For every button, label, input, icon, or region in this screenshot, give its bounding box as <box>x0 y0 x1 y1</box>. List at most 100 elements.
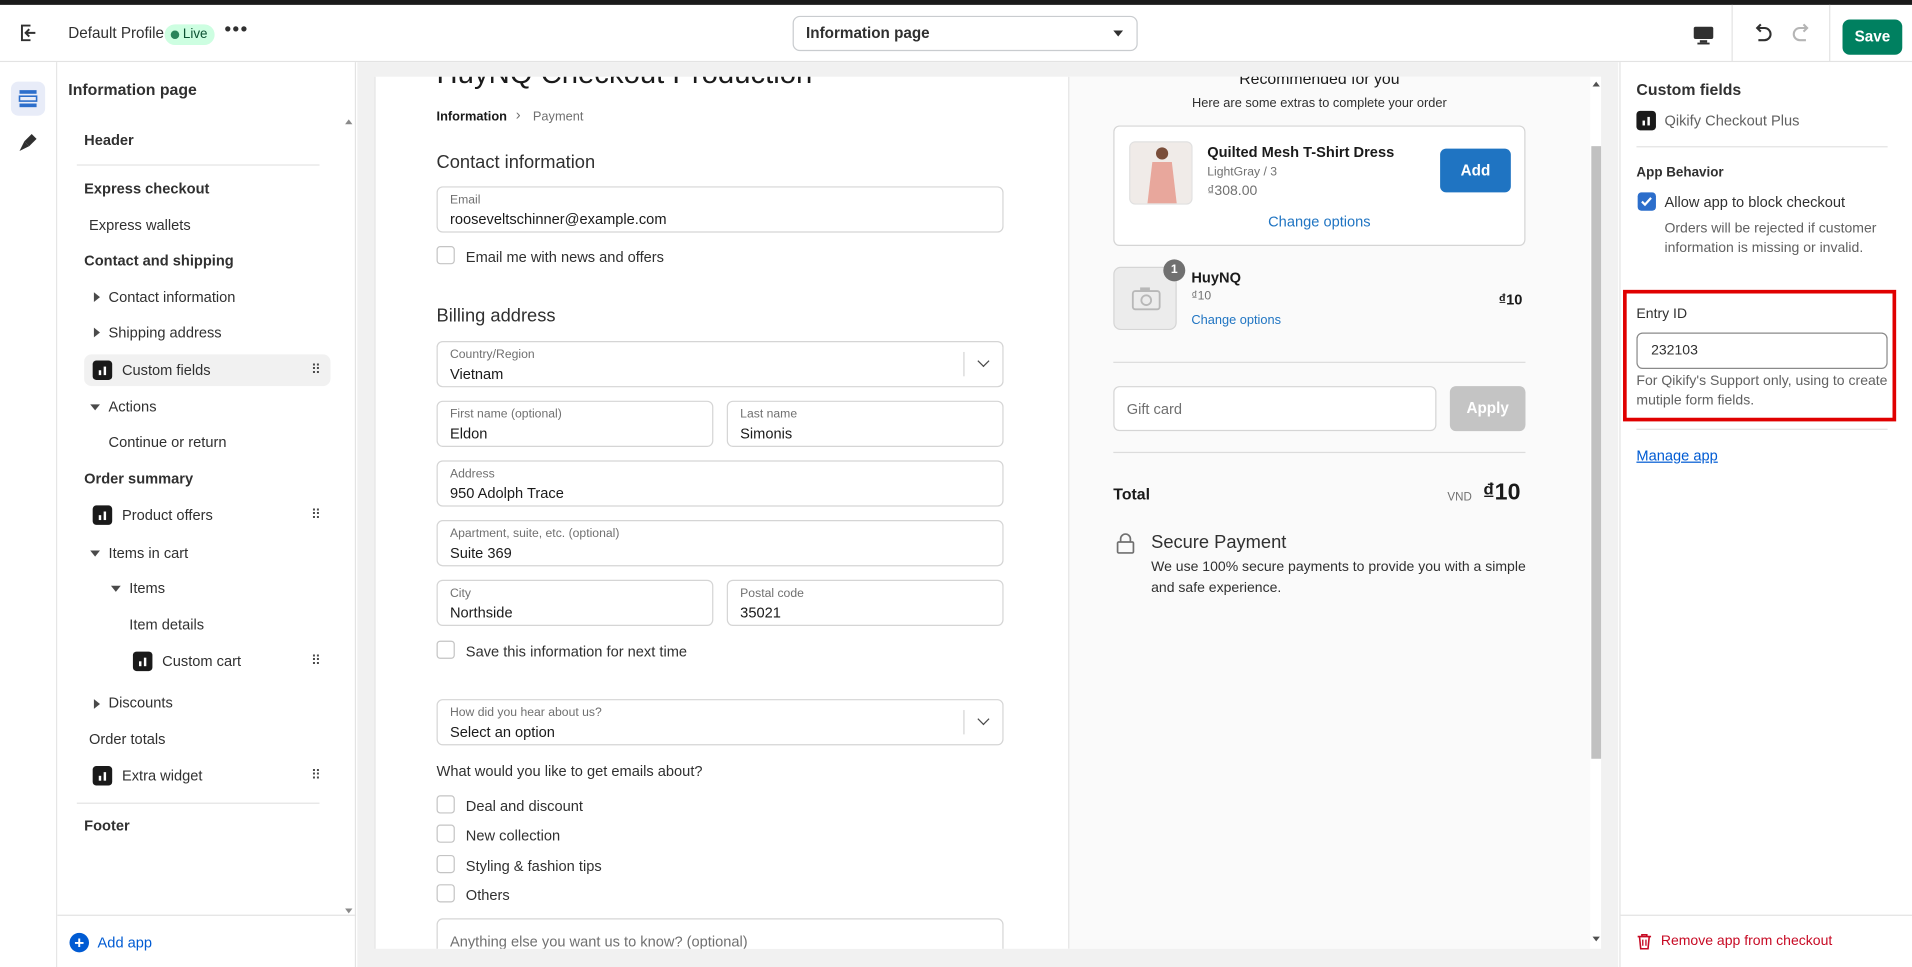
scroll-down-arrow-icon[interactable] <box>345 908 353 914</box>
section-contact-shipping[interactable]: Contact and shipping <box>84 252 234 269</box>
remove-app-button[interactable]: Remove app from checkout <box>1661 934 1832 949</box>
undo-icon[interactable] <box>1751 22 1775 54</box>
add-button[interactable]: Add <box>1440 148 1511 193</box>
secure-payment-title: Secure Payment <box>1151 532 1287 553</box>
section-express-checkout[interactable]: Express checkout <box>84 180 209 197</box>
block-custom-cart[interactable]: Custom cart <box>162 653 241 670</box>
block-express-wallets[interactable]: Express wallets <box>89 217 191 234</box>
manage-app-link[interactable]: Manage app <box>1636 447 1717 464</box>
topic-checkbox[interactable] <box>436 884 455 903</box>
topic-checkbox[interactable] <box>436 824 455 843</box>
qikify-app-icon <box>92 766 113 786</box>
product-variant: LightGray / 3 <box>1207 165 1278 180</box>
email-news-label: Email me with news and offers <box>465 248 664 266</box>
app-name: Qikify Checkout Plus <box>1664 112 1800 130</box>
preview-scrollbar[interactable] <box>1590 76 1602 949</box>
hear-about-select[interactable]: How did you hear about us? Select an opt… <box>436 699 1004 746</box>
apartment-field[interactable]: Apartment, suite, etc. (optional) Suite … <box>436 520 1004 567</box>
block-discounts[interactable]: Discounts <box>109 694 173 711</box>
app-behavior-heading: App Behavior <box>1636 165 1724 181</box>
drag-handle-icon[interactable]: ⠿ <box>311 362 321 378</box>
change-options-link[interactable]: Change options <box>1115 213 1525 230</box>
allow-block-checkbox[interactable] <box>1637 192 1656 211</box>
expand-arrow-icon[interactable] <box>93 699 100 709</box>
breadcrumb-information[interactable]: Information <box>437 110 507 125</box>
country-select[interactable]: Country/Region Vietnam <box>436 341 1004 388</box>
secure-payment-text: We use 100% secure payments to provide y… <box>1151 560 1526 575</box>
apartment-value: Suite 369 <box>449 544 512 562</box>
expand-arrow-icon[interactable] <box>93 292 100 303</box>
breadcrumb-payment[interactable]: Payment <box>533 110 584 125</box>
desktop-preview-icon[interactable] <box>1693 26 1715 45</box>
chevron-down-icon <box>977 355 990 368</box>
sections-icon[interactable] <box>10 81 46 116</box>
theme-profile-name[interactable]: Default Profile <box>68 24 164 41</box>
section-header[interactable]: Header <box>84 132 134 149</box>
city-label: City <box>449 587 471 601</box>
cart-item-change-options[interactable]: Change options <box>1191 313 1281 328</box>
section-order-summary[interactable]: Order summary <box>84 470 193 487</box>
exit-icon[interactable] <box>17 22 39 44</box>
scroll-up-arrow-icon[interactable] <box>345 119 353 125</box>
block-product-offers[interactable]: Product offers <box>122 507 213 524</box>
drag-handle-icon[interactable]: ⠿ <box>311 767 321 783</box>
recommended-card: Quilted Mesh T-Shirt Dress LightGray / 3… <box>1113 125 1526 247</box>
email-news-checkbox[interactable] <box>436 246 455 265</box>
last-name-field[interactable]: Last name Simonis <box>726 400 1004 447</box>
entry-id-input[interactable]: 232103 <box>1636 332 1888 370</box>
secure-payment-text-2: and safe experience. <box>1151 580 1282 596</box>
add-circle-icon[interactable]: + <box>69 932 90 953</box>
block-contact-information[interactable]: Contact information <box>109 289 236 306</box>
more-actions-icon[interactable]: ••• <box>224 20 248 39</box>
apply-button[interactable]: Apply <box>1449 386 1526 432</box>
hear-about-value: Select an option <box>449 723 555 741</box>
save-info-checkbox[interactable] <box>436 640 455 659</box>
collapse-arrow-icon[interactable] <box>90 404 100 411</box>
redo-icon[interactable] <box>1789 22 1813 54</box>
block-items[interactable]: Items <box>129 580 165 597</box>
theme-editor: Default Profile Live ••• Information pag… <box>0 0 1912 967</box>
block-actions[interactable]: Actions <box>109 398 157 415</box>
page-selector[interactable]: Information page <box>792 15 1138 52</box>
currency-code: VND <box>1447 490 1472 505</box>
panel-title: Information page <box>68 80 197 99</box>
block-extra-widget[interactable]: Extra widget <box>122 767 203 784</box>
scroll-up-arrow-icon[interactable] <box>1592 81 1600 87</box>
section-footer[interactable]: Footer <box>84 817 130 834</box>
block-shipping-address[interactable]: Shipping address <box>109 324 222 341</box>
block-continue-or-return[interactable]: Continue or return <box>109 434 227 451</box>
allow-block-help-2: information is missing or invalid. <box>1664 241 1864 256</box>
address-field[interactable]: Address 950 Adolph Trace <box>436 460 1004 507</box>
block-order-totals[interactable]: Order totals <box>89 731 165 748</box>
add-app-link[interactable]: Add app <box>98 934 153 951</box>
block-custom-fields[interactable]: Custom fields <box>122 362 211 379</box>
last-name-value: Simonis <box>740 425 793 443</box>
postal-code-field[interactable]: Postal code 35021 <box>726 579 1004 627</box>
email-field[interactable]: Email rooseveltschinner@example.com <box>436 186 1004 233</box>
top-bar: Default Profile Live ••• Information pag… <box>0 0 1912 63</box>
apartment-label: Apartment, suite, etc. (optional) <box>449 527 620 541</box>
scroll-down-arrow-icon[interactable] <box>1592 936 1600 942</box>
billing-heading: Billing address <box>436 305 556 327</box>
notes-placeholder: Anything else you want us to know? (opti… <box>449 932 748 949</box>
collapse-arrow-icon[interactable] <box>110 585 121 592</box>
scrollbar-thumb[interactable] <box>1591 146 1602 759</box>
expand-arrow-icon[interactable] <box>93 327 100 338</box>
first-name-field[interactable]: First name (optional) Eldon <box>436 400 714 447</box>
block-items-in-cart[interactable]: Items in cart <box>109 544 189 561</box>
notes-field[interactable]: Anything else you want us to know? (opti… <box>436 918 1004 949</box>
gift-card-input[interactable]: Gift card <box>1113 386 1437 432</box>
city-field[interactable]: City Northside <box>436 579 714 627</box>
save-button[interactable]: Save <box>1842 19 1903 55</box>
checkout-main: HuyNQ Checkout Production Information › … <box>376 76 1070 949</box>
trash-icon[interactable] <box>1636 933 1652 950</box>
drag-handle-icon[interactable]: ⠿ <box>311 507 321 523</box>
theme-settings-icon[interactable] <box>11 125 45 159</box>
topic-checkbox[interactable] <box>436 795 455 814</box>
chevron-down-icon <box>977 713 990 726</box>
topic-checkbox[interactable] <box>436 854 455 874</box>
collapse-arrow-icon[interactable] <box>90 550 100 557</box>
drag-handle-icon[interactable]: ⠿ <box>311 653 321 669</box>
total-value: ₫10 <box>1482 479 1521 506</box>
block-item-details[interactable]: Item details <box>129 616 204 633</box>
